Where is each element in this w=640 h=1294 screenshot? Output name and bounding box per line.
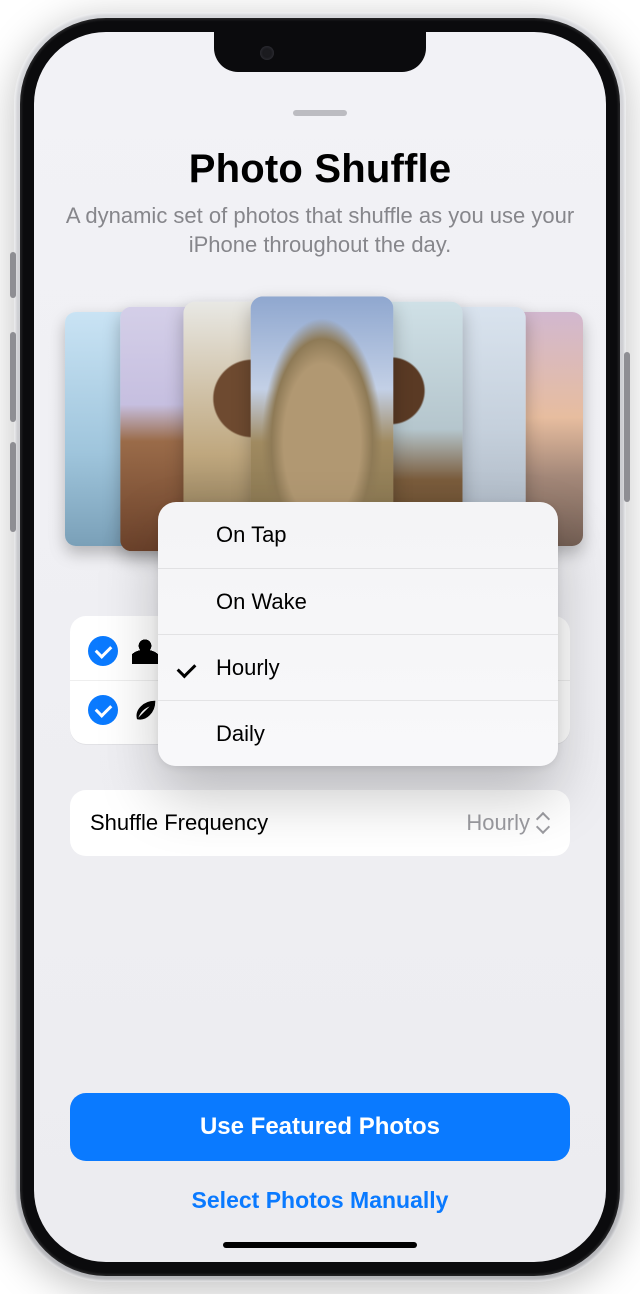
menu-item-label: On Tap bbox=[216, 522, 287, 548]
volume-down-button bbox=[10, 442, 16, 532]
page-subtitle: A dynamic set of photos that shuffle as … bbox=[65, 202, 575, 259]
device-bezel: Photo Shuffle A dynamic set of photos th… bbox=[20, 18, 620, 1276]
side-button bbox=[624, 352, 630, 502]
screen: Photo Shuffle A dynamic set of photos th… bbox=[34, 32, 606, 1262]
shuffle-frequency-value: Hourly bbox=[466, 810, 530, 836]
frequency-option-daily[interactable]: Daily bbox=[158, 700, 558, 766]
bottom-actions: Use Featured Photos Select Photos Manual… bbox=[70, 1093, 570, 1214]
leaf-icon bbox=[132, 697, 158, 723]
use-featured-photos-button[interactable]: Use Featured Photos bbox=[70, 1093, 570, 1161]
notch bbox=[214, 32, 426, 72]
frequency-option-on-tap[interactable]: On Tap bbox=[158, 502, 558, 568]
menu-item-label: Hourly bbox=[216, 655, 280, 681]
checkbox-checked-icon bbox=[88, 695, 118, 725]
frequency-popover-menu: On Tap On Wake Hourly Daily bbox=[158, 502, 558, 766]
shuffle-frequency-value-wrapper: Hourly bbox=[466, 810, 550, 836]
silence-switch bbox=[10, 252, 16, 298]
checkbox-checked-icon bbox=[88, 636, 118, 666]
up-down-chevron-icon bbox=[536, 812, 550, 834]
home-indicator[interactable] bbox=[223, 1242, 417, 1248]
frequency-option-on-wake[interactable]: On Wake bbox=[158, 568, 558, 634]
checkmark-icon bbox=[176, 657, 196, 677]
person-icon bbox=[132, 638, 158, 664]
volume-up-button bbox=[10, 332, 16, 422]
menu-item-label: On Wake bbox=[216, 589, 307, 615]
photo-shuffle-sheet: Photo Shuffle A dynamic set of photos th… bbox=[34, 32, 606, 1262]
shuffle-frequency-row[interactable]: Shuffle Frequency Hourly bbox=[70, 790, 570, 856]
select-photos-manually-button[interactable]: Select Photos Manually bbox=[70, 1187, 570, 1214]
page-title: Photo Shuffle bbox=[34, 147, 606, 192]
menu-item-label: Daily bbox=[216, 721, 265, 747]
frequency-option-hourly[interactable]: Hourly bbox=[158, 634, 558, 700]
shuffle-frequency-label: Shuffle Frequency bbox=[90, 810, 268, 836]
iphone-device-frame: Photo Shuffle A dynamic set of photos th… bbox=[14, 12, 626, 1282]
